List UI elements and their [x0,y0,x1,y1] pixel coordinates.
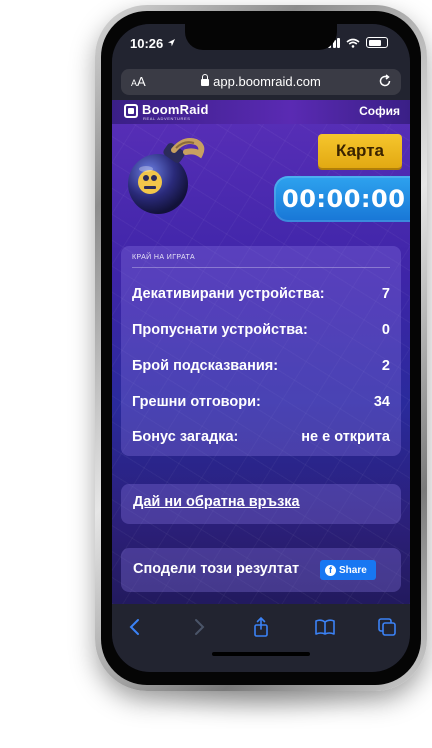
tabs-icon[interactable] [376,616,398,638]
phone-bezel: 10:26 AA app.boomraid.com BoomRaid REAL … [101,11,421,685]
map-button[interactable]: Карта [318,134,402,168]
stat-label: Бонус загадка: [132,429,239,445]
web-page: BoomRaid REAL ADVENTURES София Карта 00:… [112,100,410,604]
bookmarks-icon[interactable] [314,616,336,638]
wifi-icon [346,38,360,48]
address-field[interactable]: AA app.boomraid.com [121,69,401,95]
phone-screen: 10:26 AA app.boomraid.com BoomRaid REAL … [112,24,410,672]
battery-icon [366,37,388,48]
stat-row-defused: Декативирани устройства: 7 [132,284,390,304]
status-time: 10:26 [130,36,164,51]
results-divider [132,267,390,268]
stat-row-wrong-answers: Грешни отговори: 34 [132,392,390,412]
game-timer: 00:00:00 [274,176,410,222]
home-indicator [212,652,310,656]
city-label[interactable]: София [359,104,400,118]
stat-value: не е открита [301,429,390,445]
facebook-icon: f [325,564,336,576]
phone-frame: 10:26 AA app.boomraid.com BoomRaid REAL … [95,5,427,691]
url-text-wrap: app.boomraid.com [121,74,401,89]
stat-label: Грешни отговори: [132,394,261,410]
stat-row-bonus-riddle: Бонус загадка: не е открита [132,427,390,447]
stat-value: 2 [381,358,390,374]
share-icon[interactable] [250,616,272,638]
lock-icon [201,74,210,86]
notch [185,24,337,50]
browser-url-bar: AA app.boomraid.com [112,64,410,100]
stat-label: Брой подсказвания: [132,358,279,374]
url-text: app.boomraid.com [213,74,321,89]
browser-toolbar [112,604,410,672]
stat-label: Декативирани устройства: [132,286,325,302]
stat-value: 0 [381,322,390,338]
results-title: КРАЙ НА ИГРАТА [132,254,196,261]
bomb-icon [128,138,205,214]
facebook-share-button[interactable]: f Share [320,560,376,580]
share-card: Сподели този резултат f Share [121,548,401,592]
brand-name: BoomRaid [142,102,209,117]
app-header: BoomRaid REAL ADVENTURES София [112,100,410,124]
forward-icon[interactable] [188,616,210,638]
stat-row-hints: Брой подсказвания: 2 [132,356,390,376]
feedback-card: Дай ни обратна връзка [121,484,401,524]
stat-value: 34 [373,394,390,410]
boomraid-logo-icon [124,104,138,118]
share-label: Сподели този резултат [133,561,300,577]
results-panel: КРАЙ НА ИГРАТА Декативирани устройства: … [121,246,401,456]
stat-label: Пропуснати устройства: [132,322,308,338]
stat-row-missed: Пропуснати устройства: 0 [132,320,390,340]
brand-tagline: REAL ADVENTURES [143,116,191,121]
feedback-link[interactable]: Дай ни обратна връзка [133,494,300,510]
location-arrow-icon [168,39,175,47]
facebook-share-label: Share [339,564,367,576]
back-icon[interactable] [124,616,146,638]
stat-value: 7 [381,286,390,302]
reload-icon[interactable] [378,74,392,88]
